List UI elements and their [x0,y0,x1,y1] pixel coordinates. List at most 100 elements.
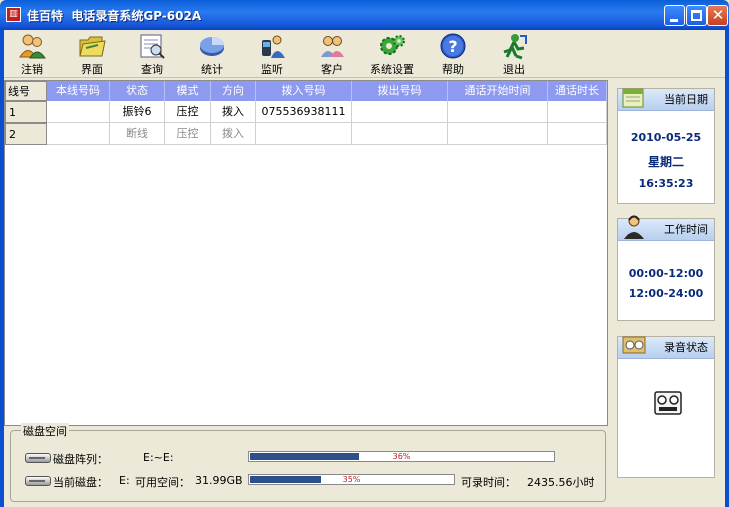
column-header-direction[interactable]: 方向 [211,81,256,101]
cell-start-time [448,101,548,123]
toolbar-logout-label: 注销 [21,63,43,76]
toolbar-monitor-label: 监听 [261,63,283,76]
users-logout-icon [19,34,46,59]
search-document-icon [140,34,165,59]
cell-outgoing-number [352,101,448,123]
column-header-mode[interactable]: 模式 [165,81,211,101]
recording-status-header: 录音状态 [618,336,714,359]
current-time: 16:35:23 [638,177,694,190]
cell-local-number [47,101,110,123]
title-bar: ▥ 佳百特 电话录音系统GP-602A ✕ [0,0,729,30]
cell-duration [548,101,607,123]
cell-mode: 压控 [165,101,211,123]
toolbar-help-label: 帮助 [442,63,464,76]
current-date-value: 2010-05-25 [630,131,702,144]
toolbar-statistics-button[interactable]: 统计 [187,30,237,78]
toolbar-logout-button[interactable]: 注销 [7,30,57,78]
toolbar-monitor-button[interactable]: 监听 [247,30,297,78]
free-space-value: 31.99GB [195,474,243,487]
cell-incoming-number: 075536938111 [256,101,352,123]
work-time-slot-2: 12:00-24:00 [628,287,704,300]
minimize-button[interactable] [664,5,685,26]
close-icon: ✕ [711,6,725,24]
record-time-label: 可录时间： [461,476,516,489]
maximize-button[interactable] [686,5,707,26]
toolbar-exit-button[interactable]: 退出 [489,30,539,78]
cell-start-time [448,123,548,145]
toolbar-help-button[interactable]: ? 帮助 [428,30,478,78]
column-header-status[interactable]: 状态 [110,81,165,101]
row-line-number: 1 [5,101,47,123]
row-line-number: 2 [5,123,47,145]
cell-status: 振铃6 [110,101,165,123]
minimize-icon [670,19,678,22]
cell-local-number [47,123,110,145]
headset-listen-icon [262,35,285,58]
window-title: 佳百特 电话录音系统GP-602A [27,9,202,23]
toolbar-settings-button[interactable]: 系统设置 [367,30,417,78]
app-logo-icon[interactable]: ▥ [6,7,21,22]
current-date-card: 当前日期 2010-05-25 星期二 16:35:23 [617,88,715,204]
cell-direction: 拨入 [211,101,256,123]
cell-duration [548,123,607,145]
disk-array-value: E:~E: [143,451,174,464]
recording-status-title: 录音状态 [664,341,708,354]
toolbar-customer-button[interactable]: 客户 [307,30,357,78]
work-time-header: 工作时间 [618,215,714,241]
column-header-outgoing-number[interactable]: 拨出号码 [352,81,448,101]
calendar-icon [622,88,644,108]
disk-array-drive-icon [25,453,51,463]
cell-incoming-number [256,123,352,145]
toolbar-customer-label: 客户 [321,63,343,76]
help-icon: ? [440,33,466,59]
current-disk-progress-bar: 35% [248,474,455,485]
current-disk-drive-icon [25,476,51,486]
column-header-duration[interactable]: 通话时长 [548,81,607,101]
current-date-header: 当前日期 [618,88,714,111]
work-time-card: 工作时间 00:00-12:00 12:00-24:00 [617,215,715,321]
toolbar-exit-label: 退出 [503,63,525,76]
current-disk-percent: 35% [342,475,361,484]
disk-array-percent: 36% [392,452,411,461]
toolbar-settings-label: 系统设置 [370,63,414,76]
record-time-value: 2435.56小时 [527,476,595,489]
cell-outgoing-number [352,123,448,145]
toolbar-query-button[interactable]: 查询 [127,30,177,78]
gears-icon [380,35,405,55]
operator-icon [624,215,644,239]
right-sidebar: 当前日期 2010-05-25 星期二 16:35:23 工作时间 00:00-… [611,80,721,506]
exit-icon [503,34,527,60]
toolbar-statistics-label: 统计 [201,63,223,76]
pie-chart-icon [200,37,224,56]
free-space-label: 可用空间： [135,476,190,489]
cell-mode: 压控 [165,123,211,145]
current-disk-label: 当前磁盘： [53,476,108,489]
column-header-local-number[interactable]: 本线号码 [47,81,110,101]
toolbar: 注销 界面 查询 统计 监听 客户 系统设置 ? 帮助 退出 [4,30,725,78]
column-header-line[interactable]: 线号 [5,81,47,101]
toolbar-interface-label: 界面 [81,63,103,76]
tape-recorder-icon [654,391,682,415]
column-header-start-time[interactable]: 通话开始时间 [448,81,548,101]
column-header-incoming-number[interactable]: 拨入号码 [256,81,352,101]
svg-text:?: ? [448,37,457,56]
disk-array-progress-bar: 36% [248,451,555,462]
recording-status-card: 录音状态 [617,336,715,478]
line-status-table: 线号 本线号码 状态 模式 方向 拨入号码 拨出号码 通话开始时间 通话时长 1… [4,80,608,426]
folder-icon [79,36,106,57]
close-button[interactable]: ✕ [707,5,728,26]
customers-icon [321,36,344,57]
current-disk-drive: E: [119,474,130,487]
toolbar-query-label: 查询 [141,63,163,76]
current-date-title: 当前日期 [664,93,708,106]
disk-space-legend: 磁盘空间 [21,423,69,439]
cell-status: 断线 [110,123,165,145]
toolbar-interface-button[interactable]: 界面 [67,30,117,78]
work-time-title: 工作时间 [664,223,708,236]
work-time-slot-1: 00:00-12:00 [628,267,704,280]
current-weekday: 星期二 [647,155,684,169]
maximize-icon [691,10,702,21]
disk-array-label: 磁盘阵列： [53,453,108,466]
recorder-icon [622,336,646,354]
disk-space-panel: 磁盘空间 磁盘阵列： E:~E: 36% 当前磁盘： E: 可用空间： 31.9… [10,423,606,502]
